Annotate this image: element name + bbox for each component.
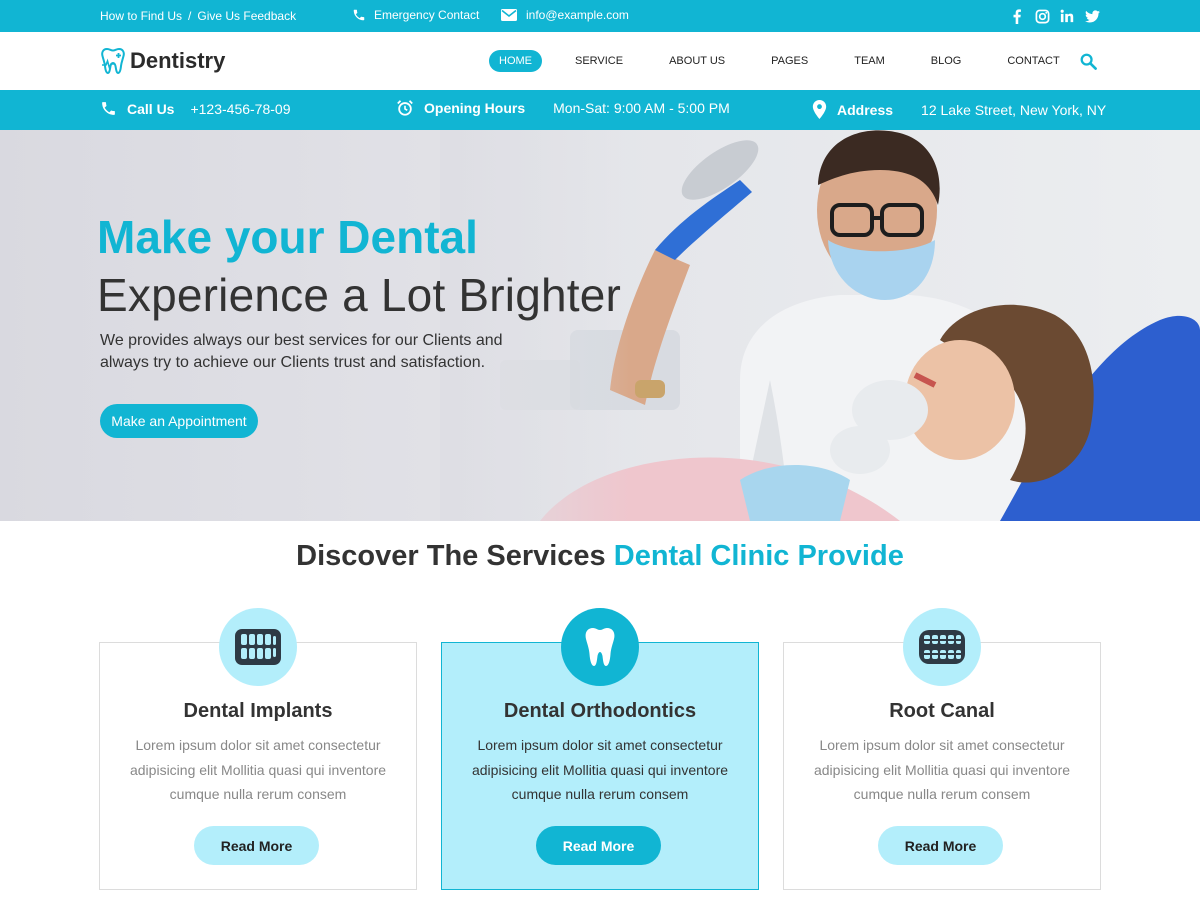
email-contact[interactable]: info@example.com xyxy=(501,8,629,22)
top-bar: How to Find Us / Give Us Feedback Emerge… xyxy=(0,0,1200,32)
alarm-clock-icon xyxy=(397,100,413,116)
service-title: Dental Implants xyxy=(183,700,333,722)
services-heading-highlight: Dental Clinic Provide xyxy=(613,540,904,572)
social-links xyxy=(1009,8,1100,24)
address-label: Address xyxy=(837,101,894,118)
nav-home[interactable]: HOME xyxy=(489,50,542,72)
service-card-dental-implants: Dental Implants Lorem ipsum dolor sit am… xyxy=(99,608,417,890)
service-icon-circle xyxy=(903,608,981,686)
services-heading: Discover The Services Dental Clinic Prov… xyxy=(0,540,1200,573)
service-card-dental-orthodontics: Dental Orthodontics Lorem ipsum dolor si… xyxy=(441,608,759,890)
search-icon[interactable] xyxy=(1080,53,1097,70)
address-value: 12 Lake Street, New York, NY xyxy=(921,101,1107,118)
nav-contact[interactable]: CONTACT xyxy=(997,50,1069,72)
service-icon-circle xyxy=(219,608,297,686)
opening-hours-value: Mon-Sat: 9:00 AM - 5:00 PM xyxy=(553,100,730,116)
emergency-contact-label: Emergency Contact xyxy=(374,8,480,22)
twitter-icon[interactable] xyxy=(1084,8,1100,24)
nav-blog[interactable]: BLOG xyxy=(921,50,972,72)
phone-icon xyxy=(102,102,115,115)
service-description: Lorem ipsum dolor sit amet consectetur a… xyxy=(129,737,387,802)
opening-hours-block: Opening Hours Mon-Sat: 9:00 AM - 5:00 PM xyxy=(396,99,730,117)
read-more-button[interactable]: Read More xyxy=(878,826,1003,865)
call-us-label: Call Us xyxy=(127,100,175,117)
contact-info-bar: Call Us +123-456-78-09 Opening Hours Mon… xyxy=(0,90,1200,130)
find-us-link[interactable]: How to Find Us xyxy=(100,9,182,23)
top-links: How to Find Us / Give Us Feedback xyxy=(100,9,296,23)
service-description: Lorem ipsum dolor sit amet consectetur a… xyxy=(471,737,729,802)
top-links-separator: / xyxy=(188,9,192,23)
hero-description: We provides always our best services for… xyxy=(100,332,503,371)
braces-icon xyxy=(919,630,965,664)
instagram-icon[interactable] xyxy=(1034,8,1050,24)
hero-title-line1: Make your Dental xyxy=(97,211,478,263)
tooth-logo-icon xyxy=(101,47,125,75)
hero-title-line2: Experience a Lot Brighter xyxy=(97,269,622,321)
mail-icon xyxy=(501,9,517,21)
nav-pages[interactable]: PAGES xyxy=(761,50,818,72)
nav-about-us[interactable]: ABOUT US xyxy=(659,50,735,72)
site-logo[interactable]: Dentistry xyxy=(100,47,225,75)
call-us-block[interactable]: Call Us +123-456-78-09 xyxy=(100,100,291,117)
opening-hours-label: Opening Hours xyxy=(424,100,526,116)
address-block: Address 12 Lake Street, New York, NY xyxy=(812,100,1106,119)
main-navigation: Dentistry HOME SERVICE ABOUT US PAGES TE… xyxy=(0,32,1200,90)
facebook-icon[interactable] xyxy=(1009,8,1025,24)
hero-banner: Make your Dental Experience a Lot Bright… xyxy=(0,130,1200,521)
make-appointment-button[interactable]: Make an Appointment xyxy=(100,404,258,438)
feedback-link[interactable]: Give Us Feedback xyxy=(197,9,296,23)
services-heading-plain: Discover The Services xyxy=(296,540,614,572)
phone-icon xyxy=(353,9,365,21)
tooth-icon xyxy=(585,628,615,666)
service-icon-circle xyxy=(561,608,639,686)
emergency-contact[interactable]: Emergency Contact xyxy=(352,8,479,22)
call-us-number: +123-456-78-09 xyxy=(190,100,291,117)
email-label: info@example.com xyxy=(526,8,629,22)
location-pin-icon xyxy=(812,100,827,119)
teeth-implant-icon xyxy=(235,629,281,665)
nav-service[interactable]: SERVICE xyxy=(565,50,633,72)
nav-menu: HOME SERVICE ABOUT US PAGES TEAM BLOG CO… xyxy=(489,50,1070,72)
service-title: Root Canal xyxy=(889,700,995,722)
read-more-button[interactable]: Read More xyxy=(194,826,319,865)
read-more-button[interactable]: Read More xyxy=(536,826,661,865)
service-card-root-canal: Root Canal Lorem ipsum dolor sit amet co… xyxy=(783,608,1101,890)
linkedin-icon[interactable] xyxy=(1059,8,1075,24)
service-description: Lorem ipsum dolor sit amet consectetur a… xyxy=(813,737,1071,802)
nav-team[interactable]: TEAM xyxy=(844,50,895,72)
service-title: Dental Orthodontics xyxy=(503,700,697,722)
brand-name: Dentistry xyxy=(130,48,226,73)
dentist-patient-photo xyxy=(440,130,1200,521)
